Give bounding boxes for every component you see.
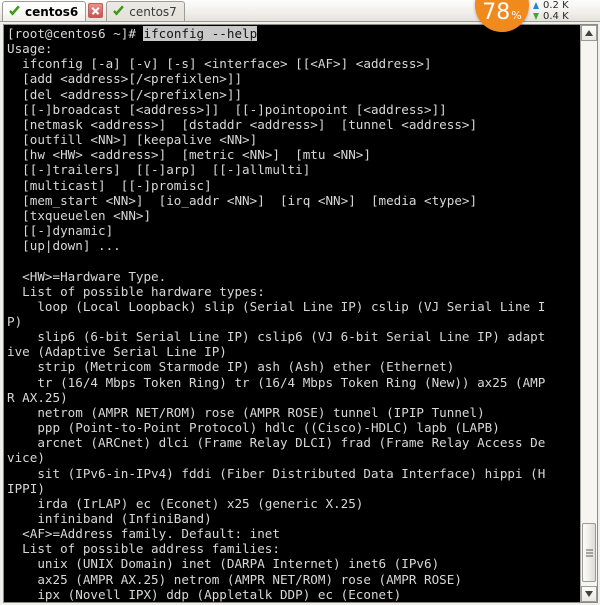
terminal-help-output: Usage: ifconfig [-a] [-v] [-s] <interfac… (7, 41, 546, 602)
scroll-up-button[interactable] (581, 25, 597, 41)
scrollbar-track[interactable] (581, 41, 597, 586)
scrollbar-thumb[interactable] (582, 523, 596, 582)
network-upload-row: 0.2 K (532, 0, 598, 11)
terminal-selected-command: ifconfig --help (143, 26, 258, 41)
terminal-prompt: [root@centos6 ~]# (7, 26, 144, 41)
terminal-inner: [root@centos6 ~]# ifconfig --help Usage:… (3, 24, 598, 603)
tab-label: centos7 (129, 4, 177, 19)
tab-centos7[interactable]: centos7 (106, 1, 185, 21)
terminal-frame: [root@centos6 ~]# ifconfig --help Usage:… (0, 22, 600, 605)
triangle-up-icon (585, 30, 593, 36)
terminal-output[interactable]: [root@centos6 ~]# ifconfig --help Usage:… (7, 26, 580, 602)
check-icon (9, 5, 20, 16)
cpu-usage-unit: % (511, 9, 522, 22)
scrollbar-grip-icon (586, 549, 593, 556)
tab-centos6[interactable]: centos6 (2, 1, 87, 21)
network-download-row: 0.4 K (532, 11, 598, 22)
check-icon (113, 5, 125, 16)
tab-label: centos6 (25, 4, 79, 19)
terminal-screen[interactable]: [root@centos6 ~]# ifconfig --help Usage:… (4, 25, 580, 602)
network-upload-value: 0.2 K (543, 0, 569, 11)
scroll-down-button[interactable] (581, 586, 597, 602)
arrow-down-icon (532, 12, 541, 21)
terminal-scrollbar[interactable] (580, 25, 597, 602)
network-stats: 0.2 K 0.4 K (532, 0, 598, 22)
network-download-value: 0.4 K (543, 11, 569, 22)
triangle-down-icon (585, 591, 593, 597)
terminal-application-window: centos6 centos7 78 % 0.2 K 0.4 K [root@c… (0, 0, 600, 605)
cpu-usage-value: 78 (482, 0, 511, 25)
close-icon[interactable] (88, 3, 104, 18)
arrow-up-icon (532, 1, 541, 10)
